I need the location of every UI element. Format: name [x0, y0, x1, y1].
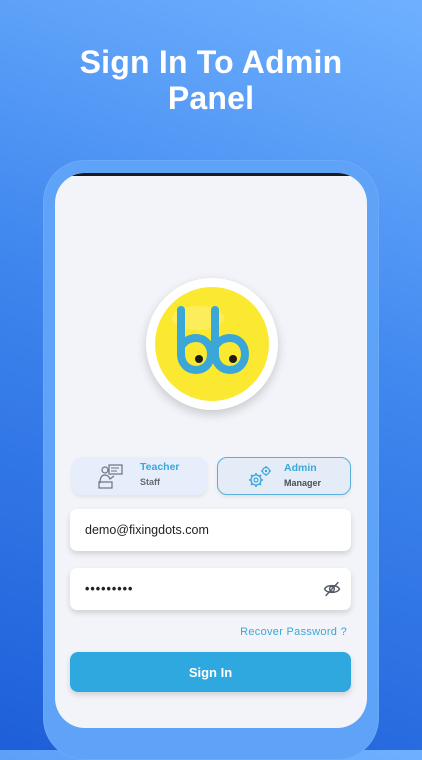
email-field[interactable] [70, 509, 351, 551]
role-subtitle-admin: Manager [284, 478, 322, 488]
page-headline: Sign In To Admin Panel [0, 44, 422, 116]
sign-in-button[interactable]: Sign In [70, 652, 351, 692]
role-title-teacher: Teacher [140, 461, 180, 473]
password-field-container [70, 568, 351, 610]
eye-slash-icon[interactable] [323, 580, 341, 598]
recover-password-link[interactable]: Recover Password ? [240, 626, 347, 638]
email-field-container [70, 509, 351, 551]
teacher-board-icon [98, 463, 124, 494]
app-logo [146, 278, 278, 410]
role-option-teacher[interactable]: Teacher Staff [72, 457, 207, 495]
gears-icon [247, 464, 273, 495]
role-title-admin: Admin [284, 462, 317, 474]
role-subtitle-teacher: Staff [140, 477, 160, 487]
headline-line-2: Panel [167, 80, 255, 116]
phone-screen: Teacher Staff Admin Manager demo@fixingd… [55, 173, 367, 728]
headline-line-1: Sign In To Admin [79, 44, 343, 80]
role-option-admin[interactable]: Admin Manager [217, 457, 351, 495]
password-field[interactable] [70, 568, 351, 610]
bb-logo-icon [150, 282, 274, 406]
status-bar-line [55, 173, 367, 176]
